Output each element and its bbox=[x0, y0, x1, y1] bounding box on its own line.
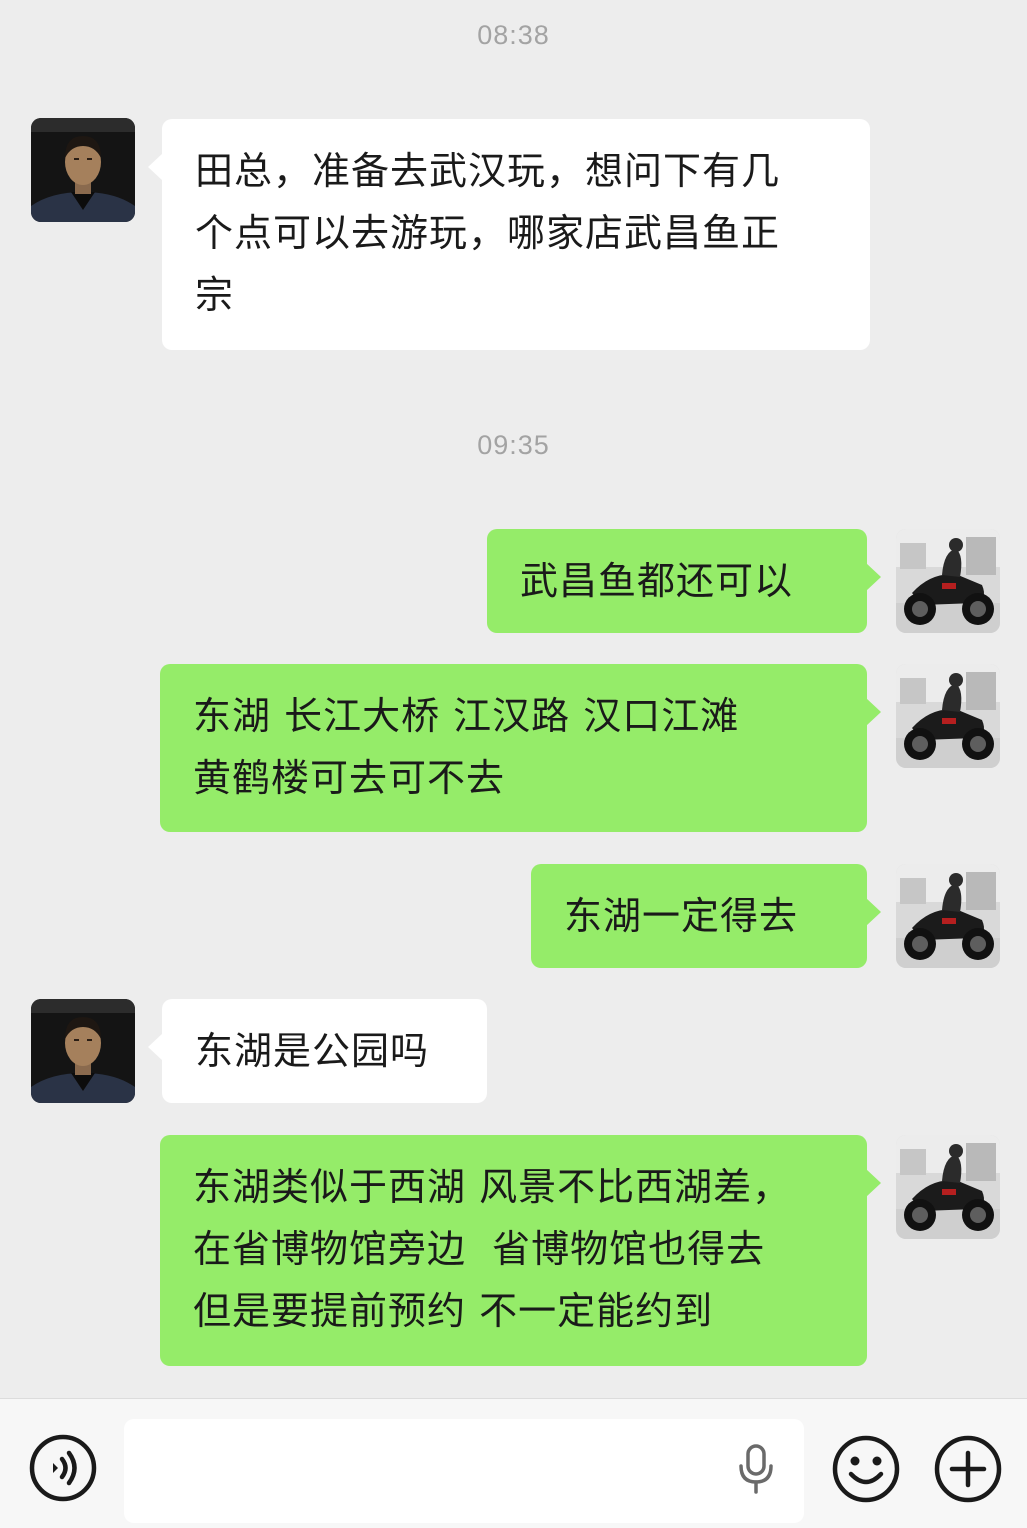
outgoing-message-bubble[interactable]: 武昌鱼都还可以 bbox=[487, 529, 881, 633]
incoming-message-bubble[interactable]: 东湖是公园吗 bbox=[148, 999, 487, 1103]
incoming-message-bubble[interactable]: 田总，准备去武汉玩，想问下有几 个点可以去游玩，哪家店武昌鱼正 宗 bbox=[148, 119, 870, 350]
contact-avatar[interactable] bbox=[31, 999, 135, 1103]
my-avatar[interactable] bbox=[896, 864, 1000, 968]
outgoing-message-bubble[interactable]: 东湖 长江大桥 江汉路 汉口江滩 黄鹤楼可去可不去 bbox=[160, 664, 881, 832]
voice-toggle-icon[interactable] bbox=[29, 1434, 97, 1502]
outgoing-message-bubble[interactable]: 东湖类似于西湖 风景不比西湖差， 在省博物馆旁边 省博物馆也得去 但是要提前预约… bbox=[160, 1135, 881, 1366]
my-avatar[interactable] bbox=[896, 1135, 1000, 1239]
timestamp: 08:38 bbox=[477, 20, 550, 50]
outgoing-message-bubble[interactable]: 东湖一定得去 bbox=[531, 864, 881, 968]
timestamp: 09:35 bbox=[477, 430, 550, 460]
message-input-bar bbox=[0, 1398, 1027, 1528]
add-icon[interactable] bbox=[933, 1434, 1003, 1504]
my-avatar[interactable] bbox=[896, 529, 1000, 633]
chat-message-list[interactable]: 08:38 田总，准备去武汉玩，想问下有几 个点可以去游玩，哪家店武昌鱼正 宗 … bbox=[0, 0, 1027, 1398]
message-input[interactable] bbox=[124, 1419, 804, 1523]
microphone-icon[interactable] bbox=[736, 1444, 776, 1494]
contact-avatar[interactable] bbox=[31, 118, 135, 222]
emoji-icon[interactable] bbox=[831, 1434, 901, 1504]
my-avatar[interactable] bbox=[896, 664, 1000, 768]
